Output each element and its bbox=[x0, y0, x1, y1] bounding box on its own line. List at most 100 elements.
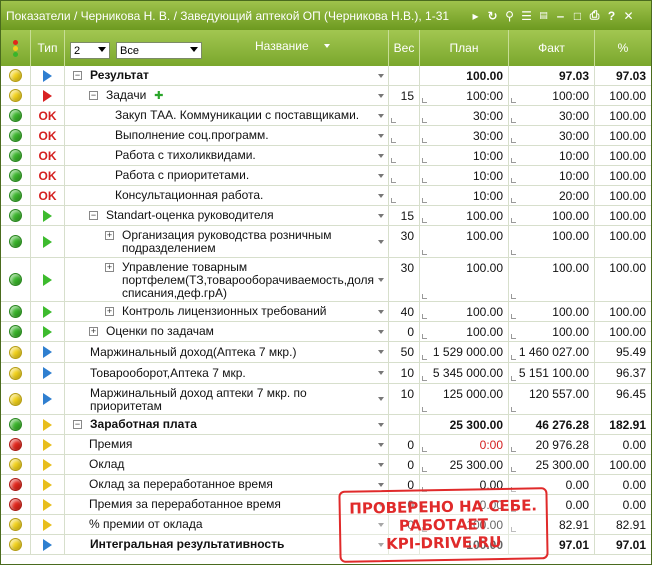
row-menu-icon[interactable] bbox=[378, 133, 384, 138]
type-cell[interactable] bbox=[31, 515, 65, 534]
type-cell[interactable] bbox=[31, 495, 65, 514]
expand-icon[interactable]: + bbox=[105, 231, 114, 240]
weight-cell[interactable]: 50 bbox=[389, 342, 420, 362]
name-cell[interactable]: Работа с тихоликвидами. bbox=[65, 146, 389, 165]
table-row[interactable]: Оклад 0 25 300.00 25 300.00 100.00 bbox=[1, 455, 651, 475]
fact-cell[interactable]: 20 976.28 bbox=[509, 435, 595, 454]
type-cell[interactable] bbox=[31, 384, 65, 414]
weight-cell[interactable]: 30 bbox=[389, 258, 420, 301]
fact-cell[interactable]: 97.03 bbox=[509, 66, 595, 85]
plan-cell[interactable]: 25 300.00 bbox=[420, 415, 509, 434]
type-cell[interactable]: OK bbox=[31, 106, 65, 125]
fact-cell[interactable]: 100.00 bbox=[509, 322, 595, 341]
table-row[interactable]: + Контроль лицензионных требований 40 100.0… bbox=[1, 302, 651, 322]
type-cell[interactable] bbox=[31, 415, 65, 434]
fact-cell[interactable]: 10:00 bbox=[509, 146, 595, 165]
fact-cell[interactable]: 100.00 bbox=[509, 302, 595, 321]
name-header-label[interactable]: Название bbox=[255, 39, 309, 53]
weight-cell[interactable] bbox=[389, 415, 420, 434]
table-row[interactable]: Оклад за переработанное время 0 0.00 0.00 0.… bbox=[1, 475, 651, 495]
maximize-icon[interactable]: □ bbox=[569, 7, 586, 25]
row-menu-icon[interactable] bbox=[378, 309, 384, 314]
plan-cell[interactable]: 30:00 bbox=[420, 126, 509, 145]
plan-cell[interactable]: 100.00 bbox=[420, 258, 509, 301]
play-icon[interactable]: ▸ bbox=[467, 7, 484, 25]
type-cell[interactable] bbox=[31, 258, 65, 301]
plan-cell[interactable]: 100.00 bbox=[420, 206, 509, 225]
plan-cell[interactable]: 125 000.00 bbox=[420, 384, 509, 414]
table-row[interactable]: − Standart-оценка руководителя 15 100.00 100… bbox=[1, 206, 651, 226]
fact-cell[interactable]: 100.00 bbox=[509, 258, 595, 301]
row-menu-icon[interactable] bbox=[378, 239, 384, 244]
fact-cell[interactable]: 30:00 bbox=[509, 106, 595, 125]
table-row[interactable]: Маржинальный доход аптеки 7 мкр. по прио… bbox=[1, 384, 651, 415]
pct-column-header[interactable]: % bbox=[595, 30, 651, 66]
weight-cell[interactable]: 10 bbox=[389, 363, 420, 383]
fact-cell[interactable]: 100.00 bbox=[509, 226, 595, 257]
weight-cell[interactable]: 0 bbox=[389, 435, 420, 454]
table-row[interactable]: Интегральная результативность 100.00 97.01… bbox=[1, 535, 651, 555]
plan-cell[interactable]: 30:00 bbox=[420, 106, 509, 125]
fact-cell[interactable]: 30:00 bbox=[509, 126, 595, 145]
row-menu-icon[interactable] bbox=[378, 213, 384, 218]
type-cell[interactable] bbox=[31, 363, 65, 383]
fact-cell[interactable]: 100.00 bbox=[509, 206, 595, 225]
weight-cell[interactable]: 0 bbox=[389, 455, 420, 474]
name-cell[interactable]: + Организация руководства розничным подра… bbox=[65, 226, 389, 257]
plan-cell[interactable]: 25 300.00 bbox=[420, 455, 509, 474]
plan-column-header[interactable]: План bbox=[420, 30, 509, 66]
name-cell[interactable]: Закуп ТАА. Коммуникации с поставщиками. bbox=[65, 106, 389, 125]
name-cell[interactable]: Консультационная работа. bbox=[65, 186, 389, 205]
row-menu-icon[interactable] bbox=[378, 329, 384, 334]
name-cell[interactable]: + Управление товарным портфелем(ТЗ,товаро… bbox=[65, 258, 389, 301]
expand-icon[interactable]: + bbox=[105, 307, 114, 316]
close-icon[interactable]: ✕ bbox=[620, 7, 637, 25]
refresh-icon[interactable]: ↻ bbox=[484, 7, 501, 25]
type-cell[interactable] bbox=[31, 435, 65, 454]
name-cell[interactable]: Выполнение соц.программ. bbox=[65, 126, 389, 145]
name-cell[interactable]: − Standart-оценка руководителя bbox=[65, 206, 389, 225]
row-menu-icon[interactable] bbox=[378, 397, 384, 401]
type-column-header[interactable]: Тип bbox=[31, 30, 65, 66]
table-row[interactable]: − Задачи ✚ 15 100:00 100:00 100.00 bbox=[1, 86, 651, 106]
traffic-light-header[interactable] bbox=[1, 30, 31, 66]
print-icon[interactable]: ⎙ bbox=[586, 7, 603, 25]
expand-icon[interactable]: + bbox=[89, 327, 98, 336]
fact-cell[interactable]: 1 460 027.00 bbox=[509, 342, 595, 362]
plan-cell[interactable]: 100.00 bbox=[420, 302, 509, 321]
type-cell[interactable] bbox=[31, 322, 65, 341]
row-menu-icon[interactable] bbox=[378, 350, 384, 354]
csv-icon[interactable]: ▤ bbox=[535, 7, 552, 25]
plan-cell[interactable]: 0:00 bbox=[420, 435, 509, 454]
weight-cell[interactable] bbox=[389, 166, 420, 185]
plan-cell[interactable]: 10:00 bbox=[420, 146, 509, 165]
collapse-icon[interactable]: − bbox=[89, 211, 98, 220]
collapse-icon[interactable]: − bbox=[73, 420, 82, 429]
plan-cell[interactable]: 5 345 000.00 bbox=[420, 363, 509, 383]
table-row[interactable]: Маржинальный доход(Аптека 7 мкр.) 50 1 529… bbox=[1, 342, 651, 363]
plan-cell[interactable]: 100:00 bbox=[420, 86, 509, 105]
row-menu-icon[interactable] bbox=[378, 153, 384, 158]
name-cell[interactable]: Маржинальный доход аптеки 7 мкр. по прио… bbox=[65, 384, 389, 414]
type-cell[interactable]: OK bbox=[31, 186, 65, 205]
name-cell[interactable]: Работа с приоритетами. bbox=[65, 166, 389, 185]
table-row[interactable]: + Организация руководства розничным подра… bbox=[1, 226, 651, 258]
weight-cell[interactable]: 0 bbox=[389, 322, 420, 341]
weight-cell[interactable]: 15 bbox=[389, 206, 420, 225]
row-menu-icon[interactable] bbox=[378, 113, 384, 118]
help-icon[interactable]: ? bbox=[603, 7, 620, 25]
table-row[interactable]: OK Консультационная работа. 10:00 20:00 100.… bbox=[1, 186, 651, 206]
row-menu-icon[interactable] bbox=[378, 371, 384, 375]
table-row[interactable]: − Заработная плата 25 300.00 46 276.28 182.9… bbox=[1, 415, 651, 435]
minimize-icon[interactable]: ‒ bbox=[552, 7, 569, 25]
weight-cell[interactable]: 40 bbox=[389, 302, 420, 321]
fact-cell[interactable]: 25 300.00 bbox=[509, 455, 595, 474]
level-select[interactable]: 2 bbox=[70, 42, 110, 59]
fact-cell[interactable]: 46 276.28 bbox=[509, 415, 595, 434]
name-cell[interactable]: Товарооборот,Аптека 7 мкр. bbox=[65, 363, 389, 383]
table-row[interactable]: OK Закуп ТАА. Коммуникации с поставщиками… bbox=[1, 106, 651, 126]
weight-column-header[interactable]: Вес bbox=[389, 30, 420, 66]
name-cell[interactable]: Премия bbox=[65, 435, 389, 454]
search-icon[interactable]: ⚲ bbox=[501, 7, 518, 25]
table-row[interactable]: OK Работа с тихоликвидами. 10:00 10:00 100.0… bbox=[1, 146, 651, 166]
